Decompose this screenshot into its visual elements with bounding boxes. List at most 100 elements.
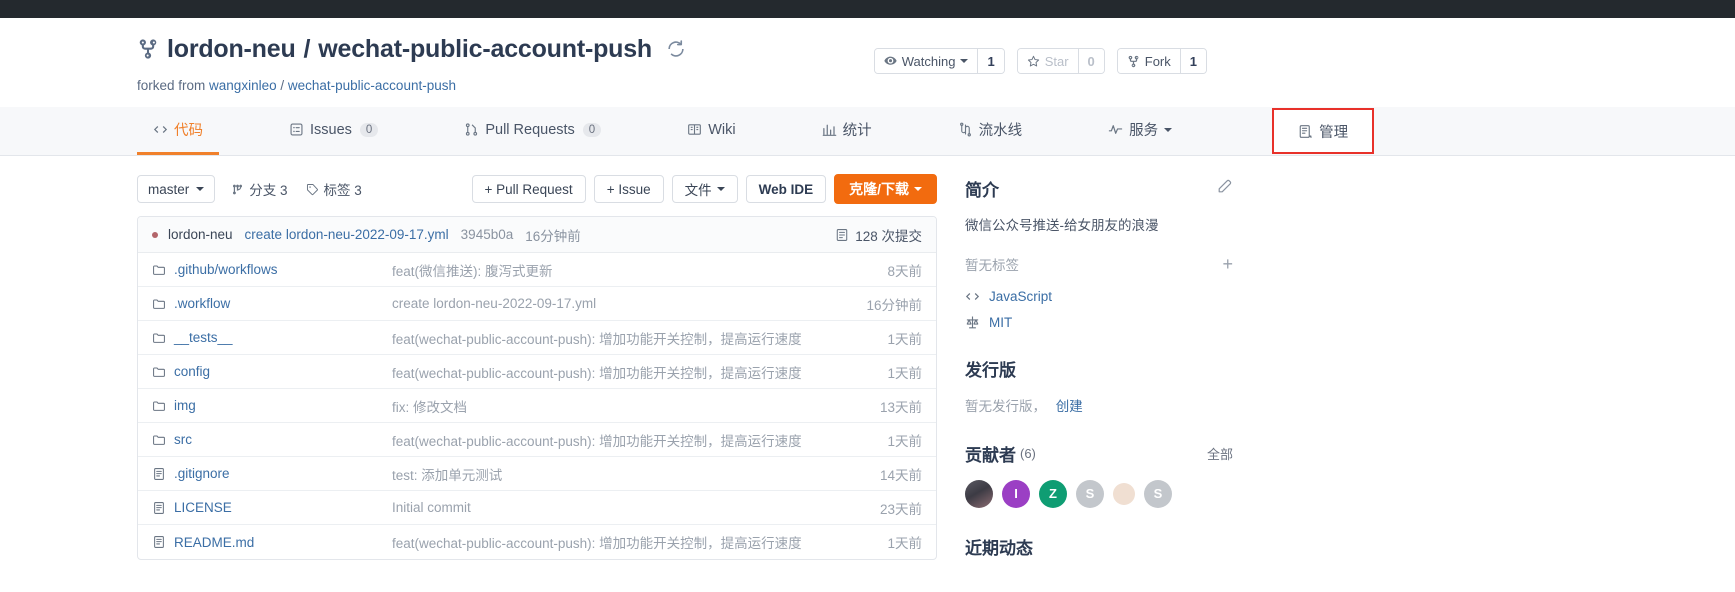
tab-services[interactable]: 服务 (1092, 107, 1188, 155)
watch-label: Watching (901, 53, 956, 69)
tags-link[interactable]: 标签 3 (306, 179, 362, 199)
avatar[interactable]: Z (1039, 479, 1067, 508)
file-link[interactable]: img (152, 398, 392, 413)
file-link[interactable]: src (152, 432, 392, 447)
table-row[interactable]: .workflow create lordon-neu-2022-09-17.y… (138, 287, 936, 321)
activity-section: 近期动态 (965, 534, 1233, 559)
table-row[interactable]: img fix: 修改文档 13天前 (138, 389, 936, 423)
file-commit-message: feat(wechat-public-account-push): 增加功能开关… (392, 365, 802, 381)
watch-button-group[interactable]: Watching 1 (873, 48, 1005, 74)
new-issue-button[interactable]: + Issue (593, 175, 664, 203)
web-ide-button[interactable]: Web IDE (745, 175, 827, 203)
fork-button-group[interactable]: Fork 1 (1116, 48, 1207, 74)
file-link[interactable]: .workflow (152, 296, 392, 311)
avatar[interactable]: S (1144, 479, 1172, 508)
code-toolbar: master 分支 3 标签 3 + Pull Request + Issue … (137, 174, 937, 204)
star-button-group[interactable]: Star 0 (1016, 48, 1105, 74)
file-commit-message: feat(wechat-public-account-push): 增加功能开关… (392, 331, 802, 347)
commit-sha[interactable]: 3945b0a (461, 227, 514, 242)
file-name: .gitignore (174, 466, 230, 481)
tab-wiki[interactable]: Wiki (671, 107, 751, 155)
avatar[interactable] (1113, 482, 1135, 505)
create-release-link[interactable]: 创建 (1056, 399, 1083, 414)
watch-count[interactable]: 1 (977, 49, 1004, 73)
file-commit-message: Initial commit (392, 500, 471, 515)
tab-code[interactable]: 代码 (137, 107, 219, 155)
table-row[interactable]: README.md feat(wechat-public-account-pus… (138, 525, 936, 559)
branches-link[interactable]: 分支 3 (231, 179, 288, 199)
avatar[interactable]: S (1076, 479, 1104, 508)
star-label: Star (1044, 53, 1069, 69)
file-browser-panel: lordon-neu create lordon-neu-2022-09-17.… (137, 216, 937, 560)
contributors-all-link[interactable]: 全部 (1207, 444, 1233, 463)
table-row[interactable]: config feat(wechat-public-account-push):… (138, 355, 936, 389)
tags-label: 标签 3 (323, 183, 362, 198)
file-link[interactable]: LICENSE (152, 500, 392, 515)
activity-section-title: 近期动态 (965, 534, 1233, 559)
files-dropdown-label: 文件 (684, 183, 712, 198)
latest-commit-bar: lordon-neu create lordon-neu-2022-09-17.… (138, 217, 936, 253)
chevron-down-icon (716, 187, 725, 191)
license-row[interactable]: MIT (965, 315, 1233, 330)
star-button[interactable]: Star (1017, 49, 1078, 73)
sync-icon[interactable] (666, 39, 686, 59)
commit-time: 16分钟前 (525, 228, 581, 244)
file-link[interactable]: README.md (152, 535, 392, 550)
table-row[interactable]: __tests__ feat(wechat-public-account-pus… (138, 321, 936, 355)
contributor-avatars: I Z S S (965, 479, 1233, 508)
tab-pull-requests[interactable]: Pull Requests 0 (448, 107, 617, 155)
file-updated-time: 13天前 (879, 399, 922, 415)
sidebar: 简介 微信公众号推送-给女朋友的浪漫 暂无标签 + JavaScript MIT… (965, 174, 1233, 573)
commits-count-link[interactable]: 128 次提交 (835, 225, 922, 245)
chevron-down-icon (196, 187, 205, 191)
about-section-title: 简介 (965, 176, 1233, 201)
eye-icon (884, 55, 897, 68)
clone-download-button[interactable]: 克隆/下载 (834, 174, 937, 204)
file-link[interactable]: __tests__ (152, 330, 392, 345)
file-link[interactable]: .gitignore (152, 466, 392, 481)
repo-body: master 分支 3 标签 3 + Pull Request + Issue … (0, 156, 1735, 573)
file-name: img (174, 398, 196, 413)
table-row[interactable]: .gitignore test: 添加单元测试 14天前 (138, 457, 936, 491)
tab-statistics-label: 统计 (842, 123, 872, 139)
plus-icon[interactable]: + (1222, 254, 1233, 275)
commit-message[interactable]: create lordon-neu-2022-09-17.yml (245, 227, 449, 242)
tab-code-label: 代码 (174, 123, 203, 139)
watch-button[interactable]: Watching (874, 49, 978, 73)
tab-manage-label: 管理 (1319, 124, 1349, 141)
files-dropdown-button[interactable]: 文件 (671, 175, 738, 203)
tab-pipeline[interactable]: 流水线 (942, 107, 1039, 155)
new-pull-request-button[interactable]: + Pull Request (471, 175, 586, 203)
table-row[interactable]: LICENSE Initial commit 23天前 (138, 491, 936, 525)
file-commit-message: test: 添加单元测试 (392, 467, 503, 483)
file-link[interactable]: config (152, 364, 392, 379)
avatar[interactable] (965, 479, 993, 508)
commit-author[interactable]: lordon-neu (168, 227, 233, 242)
tab-manage[interactable]: 管理 (1272, 108, 1375, 154)
table-row[interactable]: .github/workflows feat(微信推送): 腹泻式更新 8天前 (138, 253, 936, 287)
table-row[interactable]: src feat(wechat-public-account-push): 增加… (138, 423, 936, 457)
avatar[interactable]: I (1002, 479, 1030, 508)
forked-from-owner-link[interactable]: wangxinleo (209, 78, 277, 93)
commits-count-label: 128 次提交 (855, 228, 922, 244)
tab-issues[interactable]: Issues 0 (273, 107, 394, 155)
tab-pipeline-label: 流水线 (978, 123, 1023, 139)
forked-from-repo-link[interactable]: wechat-public-account-push (288, 78, 456, 93)
repo-owner[interactable]: lordon-neu (167, 35, 296, 64)
language-row[interactable]: JavaScript (965, 289, 1233, 304)
file-link[interactable]: .github/workflows (152, 262, 392, 277)
issue-icon (289, 122, 304, 137)
file-updated-time: 1天前 (887, 536, 922, 551)
star-count[interactable]: 0 (1077, 49, 1104, 73)
file-icon (152, 535, 166, 549)
tab-statistics[interactable]: 统计 (806, 107, 888, 155)
fork-count[interactable]: 1 (1179, 49, 1206, 73)
branch-selector[interactable]: master (137, 175, 216, 203)
fork-button[interactable]: Fork (1117, 49, 1180, 73)
title-separator: / (303, 34, 311, 63)
fork-icon (1127, 55, 1140, 68)
repo-name[interactable]: wechat-public-account-push (318, 35, 652, 64)
edit-icon[interactable] (1217, 178, 1233, 199)
contributors-count: (6) (1020, 445, 1036, 461)
file-updated-time: 16分钟前 (866, 297, 922, 313)
